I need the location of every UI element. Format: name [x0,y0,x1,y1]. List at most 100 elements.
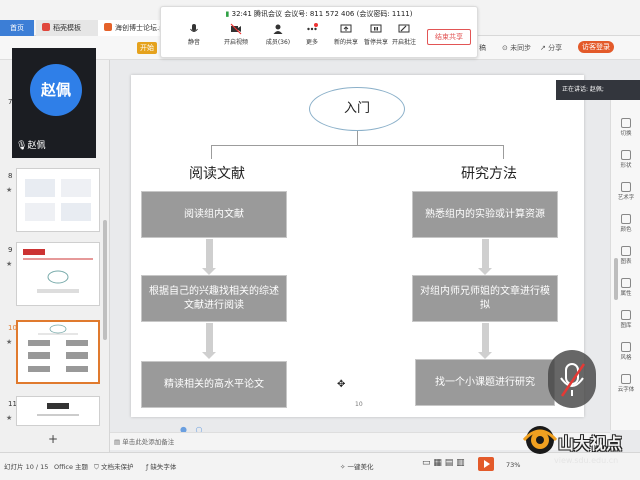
chart-icon [621,246,631,256]
color-tool[interactable]: 颜色 [611,214,640,233]
wordart-icon [621,182,631,192]
view-icons[interactable]: ▭ ▦ ▤ ▥ [422,458,465,468]
wordart-tool[interactable]: 艺术字 [611,182,640,201]
zoom-level[interactable]: 73% [506,461,520,469]
meeting-id: 腾讯会议 会议号: 811 572 406 (会议密码: 1111) [254,10,413,18]
transition-tool[interactable]: 切换 [611,118,640,137]
slide-page-number: 10 [355,401,363,408]
theme-name[interactable]: Office 主题 [54,461,88,471]
style-tool[interactable]: 风格 [611,342,640,361]
connector-line [211,145,503,146]
thumbnail-content [28,324,88,372]
right-box-3: 找一个小课题进行研究 [415,359,555,406]
meeting-toolbar: ▮ 32:41 腾讯会议 会议号: 811 572 406 (会议密码: 111… [160,6,478,58]
tab-templates[interactable]: 稻壳模板 [36,20,98,36]
participant-name-label: 赵佩 [27,141,46,151]
watermark-url: view.sdu.edu.cn [554,456,619,465]
protect-label: 文档未保护 [100,463,134,471]
right-heading: 研究方法 [461,166,517,182]
notes-icon: ▤ [114,438,121,446]
left-heading: 阅读文献 [189,166,245,182]
cursor-icon: ✥ [337,379,346,390]
slide-thumbnail[interactable] [16,168,100,232]
color-icon [621,214,631,224]
share-label: 分享 [548,44,563,52]
end-share-button[interactable]: 结束共享 [427,29,471,45]
notes-placeholder: 单击此处添加备注 [122,438,175,446]
watermark-text: 山大视点 [558,434,623,453]
meeting-info: ▮ 32:41 腾讯会议 会议号: 811 572 406 (会议密码: 111… [161,9,477,19]
play-slideshow-button[interactable] [478,457,494,471]
wordart-label: 艺术字 [617,195,635,201]
connector-line [357,131,358,145]
style-label: 风格 [620,355,632,361]
new-share-label: 新的共享 [333,39,358,46]
style-icon [621,342,631,352]
annotate-icon [398,24,410,33]
properties-label: 属性 [620,291,632,297]
mic-muted-icon [560,363,586,397]
template-icon [42,23,50,31]
missing-font[interactable]: ƒ 缺失字体 [146,461,176,471]
mindmap-root: 入门 [309,87,405,131]
start-video-label: 开启视频 [223,39,248,46]
start-video-button[interactable]: 开启视频 [219,23,253,46]
tab-home[interactable]: 首页 [0,20,34,36]
share-screen-icon [340,24,352,33]
speaking-indicator: 正在讲话: 赵佩; [556,80,640,100]
shape-tool[interactable]: 形状 [611,150,640,169]
star-icon: ★ [6,186,13,194]
properties-icon [621,278,631,288]
annotate-button[interactable]: 开启批注 [387,23,421,46]
members-icon [273,24,283,34]
new-share-button[interactable]: 新的共享 [329,23,363,46]
ribbon-partial-label: 稿 [479,44,486,52]
cloud-font-tool[interactable]: 云字体 [611,374,640,393]
tab-templates-label: 稻壳模板 [53,24,81,32]
slide-canvas[interactable]: 入门 阅读文献 研究方法 阅读组内文献 根据自己的兴趣找相关的综述文献进行阅读 … [131,75,584,417]
transition-icon [621,118,631,128]
members-label: 成员(36) [265,39,291,46]
mute-button[interactable]: 静音 [177,23,211,46]
meeting-time: 32:41 [231,10,252,18]
canvas-scrollbar[interactable] [614,258,618,300]
login-button[interactable]: 访客登录 [578,41,614,53]
more-button[interactable]: 更多 [295,23,329,46]
slide-thumbnail[interactable] [16,242,100,306]
cloud-font-label: 云字体 [617,387,635,393]
more-icon [307,23,318,31]
connector-line [211,145,212,159]
left-box-1: 阅读组内文献 [141,191,287,238]
add-slide-button[interactable]: + [48,432,58,446]
missing-font-label: 缺失字体 [150,463,177,471]
panel-scrollbar[interactable] [103,220,107,340]
gallery-label: 图库 [620,323,632,329]
tab-document[interactable]: 海创博士论坛.pptx [98,20,168,36]
unsynced-label: 未同步 [510,44,532,52]
protect-status[interactable]: ⛉ 文档未保护 [94,461,133,472]
thumbnail-content [23,249,93,293]
thumbnail-content [37,403,79,416]
avatar: 赵佩 [30,64,82,116]
pptx-icon [104,23,112,31]
share-button[interactable]: ↗ 分享 [540,43,562,53]
chart-label: 图表 [620,259,632,265]
star-icon: ★ [6,414,13,422]
unsynced-status[interactable]: ⊙ 未同步 [502,43,531,53]
gallery-tool[interactable]: 图库 [611,310,640,329]
members-button[interactable]: 成员(36) [261,23,295,46]
down-arrow [478,323,492,359]
pause-icon [370,24,382,33]
start-tab[interactable]: 开始 [137,42,157,54]
left-box-2: 根据自己的兴趣找相关的综述文献进行阅读 [141,275,287,322]
thumb-number: 8 [8,172,13,180]
mic-icon: 🎙 [16,141,28,151]
slide-thumbnail[interactable] [16,396,100,426]
slide-thumbnail-selected[interactable] [16,320,100,384]
beautify-button[interactable]: ✧ 一键美化 [340,461,374,471]
more-label: 更多 [305,39,318,46]
signal-icon: ▮ [225,10,230,18]
camera-off-icon [230,23,242,35]
shape-label: 形状 [620,163,632,169]
connector-line [503,145,504,159]
